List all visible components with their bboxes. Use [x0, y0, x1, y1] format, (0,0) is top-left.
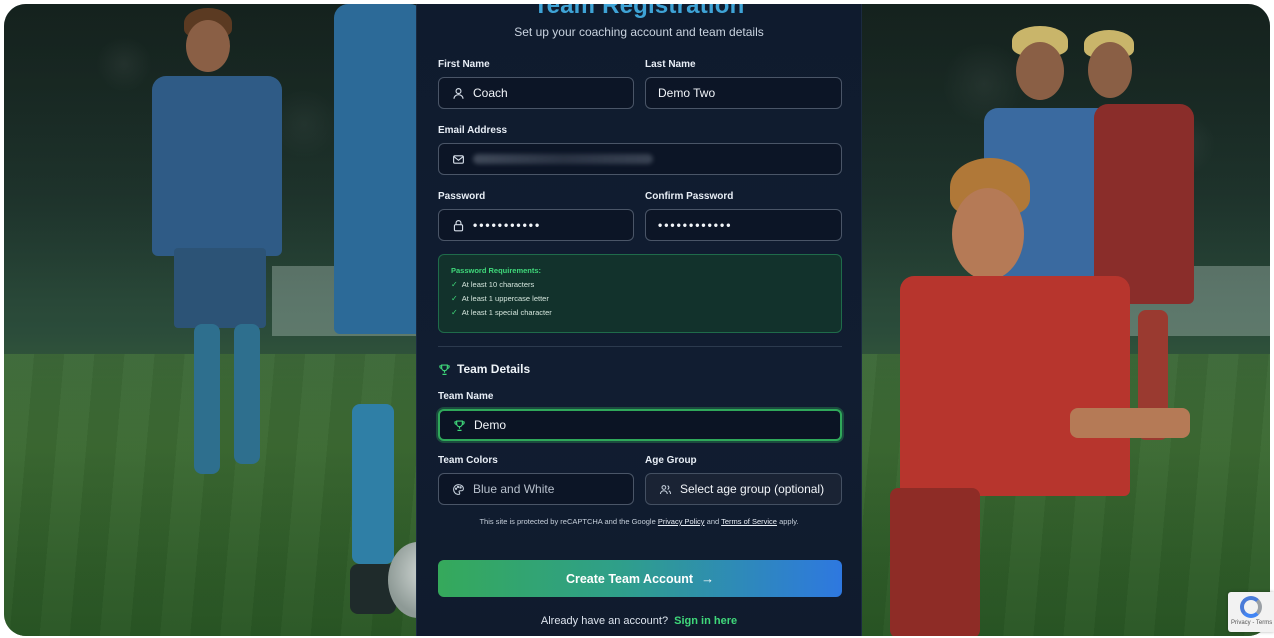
- team-colors-label: Team Colors: [438, 455, 498, 466]
- team-colors-placeholder: Blue and White: [473, 482, 555, 496]
- trophy-icon: [439, 363, 450, 375]
- create-team-account-button[interactable]: Create Team Account →: [438, 560, 842, 597]
- recaptcha-icon: [1240, 596, 1262, 618]
- signin-prompt-text: Already have an account?: [540, 615, 669, 627]
- age-group-value: Select age group (optional): [680, 482, 825, 496]
- recaptcha-badge-text: Privacy - Terms: [1231, 620, 1273, 626]
- confirm-password-field[interactable]: ••••••••••••: [645, 209, 842, 241]
- terms-of-service-link[interactable]: Terms of Service: [721, 517, 777, 526]
- page-title: Team Registration: [533, 4, 745, 19]
- trophy-icon: [452, 418, 466, 432]
- check-icon: ✓: [451, 308, 458, 317]
- first-name-label: First Name: [438, 59, 490, 70]
- email-label: Email Address: [438, 125, 508, 136]
- requirement-text: At least 10 characters: [461, 280, 535, 289]
- check-icon: ✓: [451, 280, 458, 289]
- team-colors-field[interactable]: Blue and White: [438, 473, 634, 505]
- recaptcha-notice-text: This site is protected by reCAPTCHA and …: [479, 517, 656, 526]
- player-center: [244, 4, 424, 624]
- last-name-label: Last Name: [645, 59, 696, 70]
- privacy-policy-link[interactable]: Privacy Policy: [658, 517, 705, 526]
- confirm-password-value: ••••••••••••: [658, 218, 733, 232]
- users-icon: [658, 482, 672, 496]
- recaptcha-badge[interactable]: Privacy - Terms: [1228, 592, 1274, 632]
- requirement-text: At least 1 special character: [461, 308, 552, 317]
- requirement-item: ✓ At least 10 characters: [451, 280, 841, 289]
- age-group-label: Age Group: [645, 455, 697, 466]
- user-icon: [451, 86, 465, 100]
- age-group-select[interactable]: Select age group (optional): [645, 473, 842, 505]
- arrow-right-icon: →: [701, 571, 715, 586]
- last-name-field[interactable]: Demo Two: [645, 77, 842, 109]
- sign-in-link[interactable]: Sign in here: [674, 615, 737, 627]
- requirements-title: Password Requirements:: [451, 266, 542, 275]
- registration-panel: Team Registration Set up your coaching a…: [416, 4, 862, 636]
- password-requirements: Password Requirements: ✓ At least 10 cha…: [438, 254, 842, 333]
- team-details-title: Team Details: [457, 362, 531, 376]
- first-name-field[interactable]: Coach: [438, 77, 634, 109]
- team-name-value: Demo: [474, 418, 507, 432]
- recaptcha-notice-text: and: [706, 517, 720, 526]
- recaptcha-notice: This site is protected by reCAPTCHA and …: [417, 517, 861, 526]
- mail-icon: [451, 152, 465, 166]
- requirement-item: ✓ At least 1 uppercase letter: [451, 294, 841, 303]
- password-field[interactable]: •••••••••••: [438, 209, 634, 241]
- team-details-heading: Team Details: [438, 362, 530, 376]
- signin-prompt: Already have an account? Sign in here: [417, 615, 861, 627]
- last-name-value: Demo Two: [658, 86, 716, 100]
- lock-icon: [451, 218, 465, 232]
- recaptcha-notice-text: apply.: [779, 517, 799, 526]
- team-name-label: Team Name: [438, 391, 494, 402]
- check-icon: ✓: [451, 294, 458, 303]
- password-label: Password: [438, 191, 486, 202]
- team-name-field[interactable]: Demo: [438, 409, 842, 441]
- email-value-redacted: [473, 154, 653, 164]
- page-subtitle: Set up your coaching account and team de…: [514, 25, 764, 39]
- palette-icon: [451, 482, 465, 496]
- requirement-item: ✓ At least 1 special character: [451, 308, 841, 317]
- create-team-account-label: Create Team Account: [565, 571, 694, 586]
- confirm-password-label: Confirm Password: [645, 191, 734, 202]
- email-field[interactable]: [438, 143, 842, 175]
- player-sliding: [860, 158, 1220, 636]
- first-name-value: Coach: [473, 86, 508, 100]
- password-value: •••••••••••: [473, 218, 542, 232]
- section-divider: [438, 346, 842, 347]
- requirement-text: At least 1 uppercase letter: [461, 294, 549, 303]
